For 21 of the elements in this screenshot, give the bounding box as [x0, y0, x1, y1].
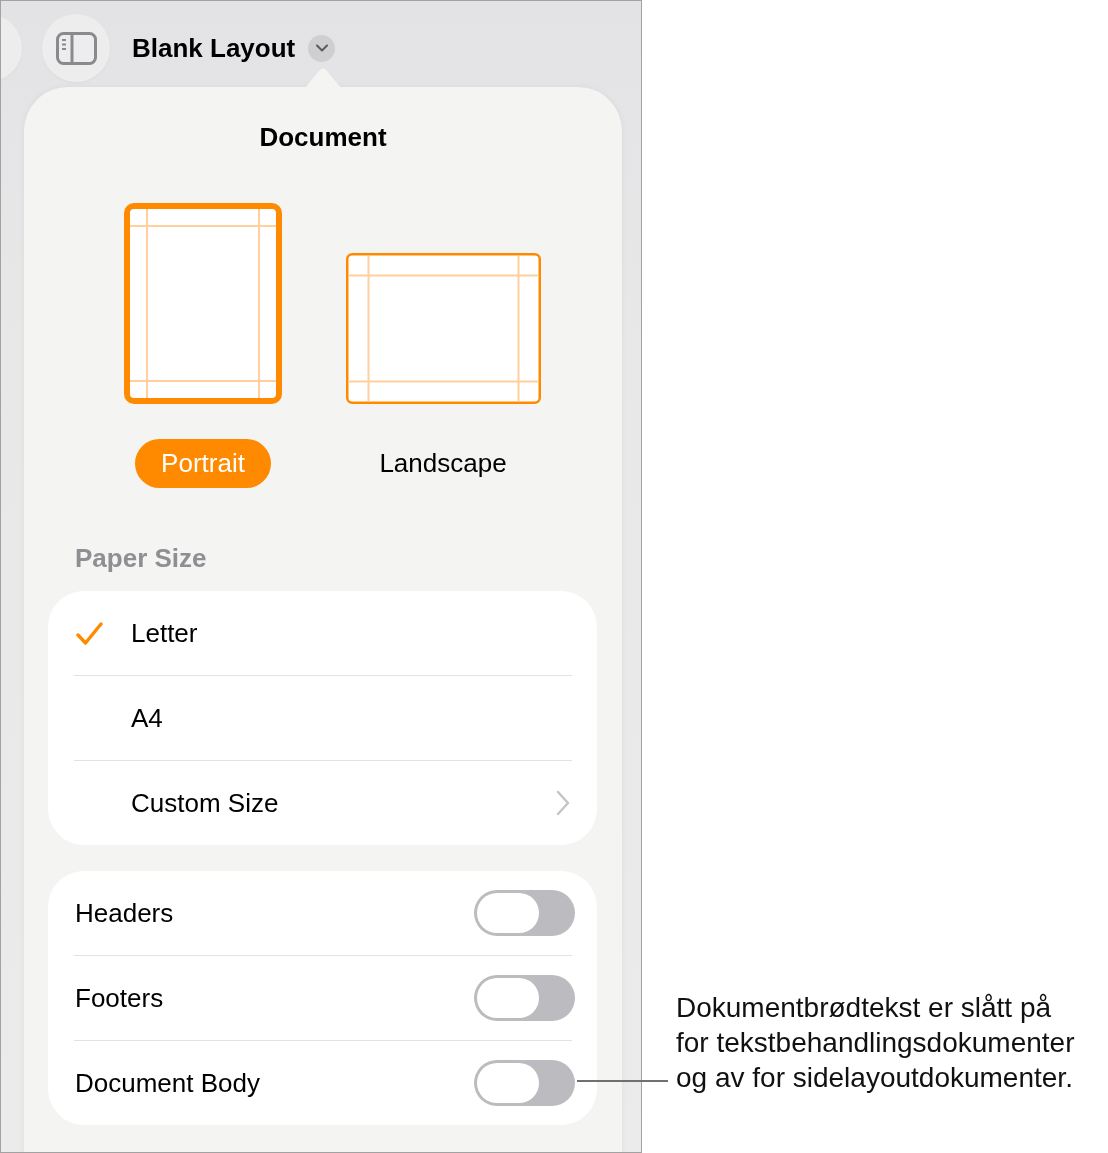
toggle-label: Document Body [75, 1067, 260, 1099]
sidebar-icon [55, 31, 97, 65]
toggle-label: Headers [75, 897, 174, 929]
toggle-switch[interactable] [474, 975, 575, 1021]
chevron-right-icon [556, 790, 570, 816]
portrait-page-icon[interactable] [124, 203, 282, 404]
paper-size-option[interactable]: Letter [48, 591, 597, 675]
toggle-switch[interactable] [474, 890, 575, 936]
title-menu-button[interactable] [308, 34, 336, 62]
paper-size-option[interactable]: A4 [48, 676, 597, 760]
landscape-page-icon[interactable] [345, 253, 541, 404]
section-heading: Paper Size [75, 543, 208, 573]
paper-size-option[interactable]: Custom Size [48, 761, 597, 845]
callout-text: Dokumentbrødtekst er slått på for tekstbehandlingsdokumenter og av for sidelayoutdokumenter. [676, 991, 1076, 1095]
checkmark-icon [76, 621, 103, 645]
popover-title: Document [258, 122, 388, 152]
orientation-button[interactable]: Landscape [353, 439, 533, 488]
document-title: Blank Layout [132, 33, 296, 63]
toggle-switch[interactable] [474, 1060, 575, 1106]
toggle-label: Footers [75, 982, 164, 1014]
chevron-down-icon [315, 44, 328, 52]
